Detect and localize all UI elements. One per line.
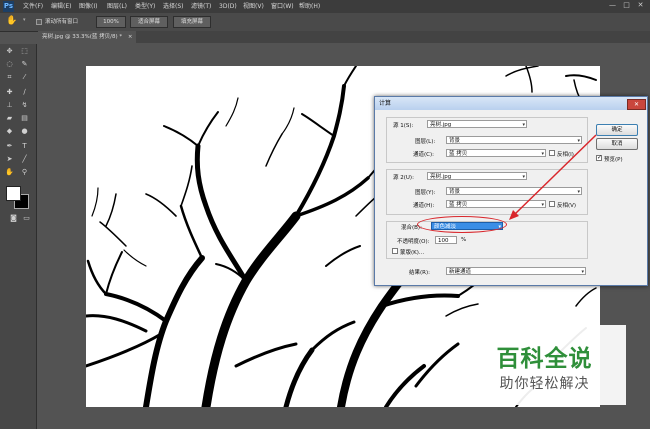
watermark-subtitle: 助你轻松解决 (499, 376, 590, 392)
watermark: 百科全说 助你轻松解决 (463, 325, 626, 405)
watermark-title: 百科全说 (496, 346, 593, 372)
